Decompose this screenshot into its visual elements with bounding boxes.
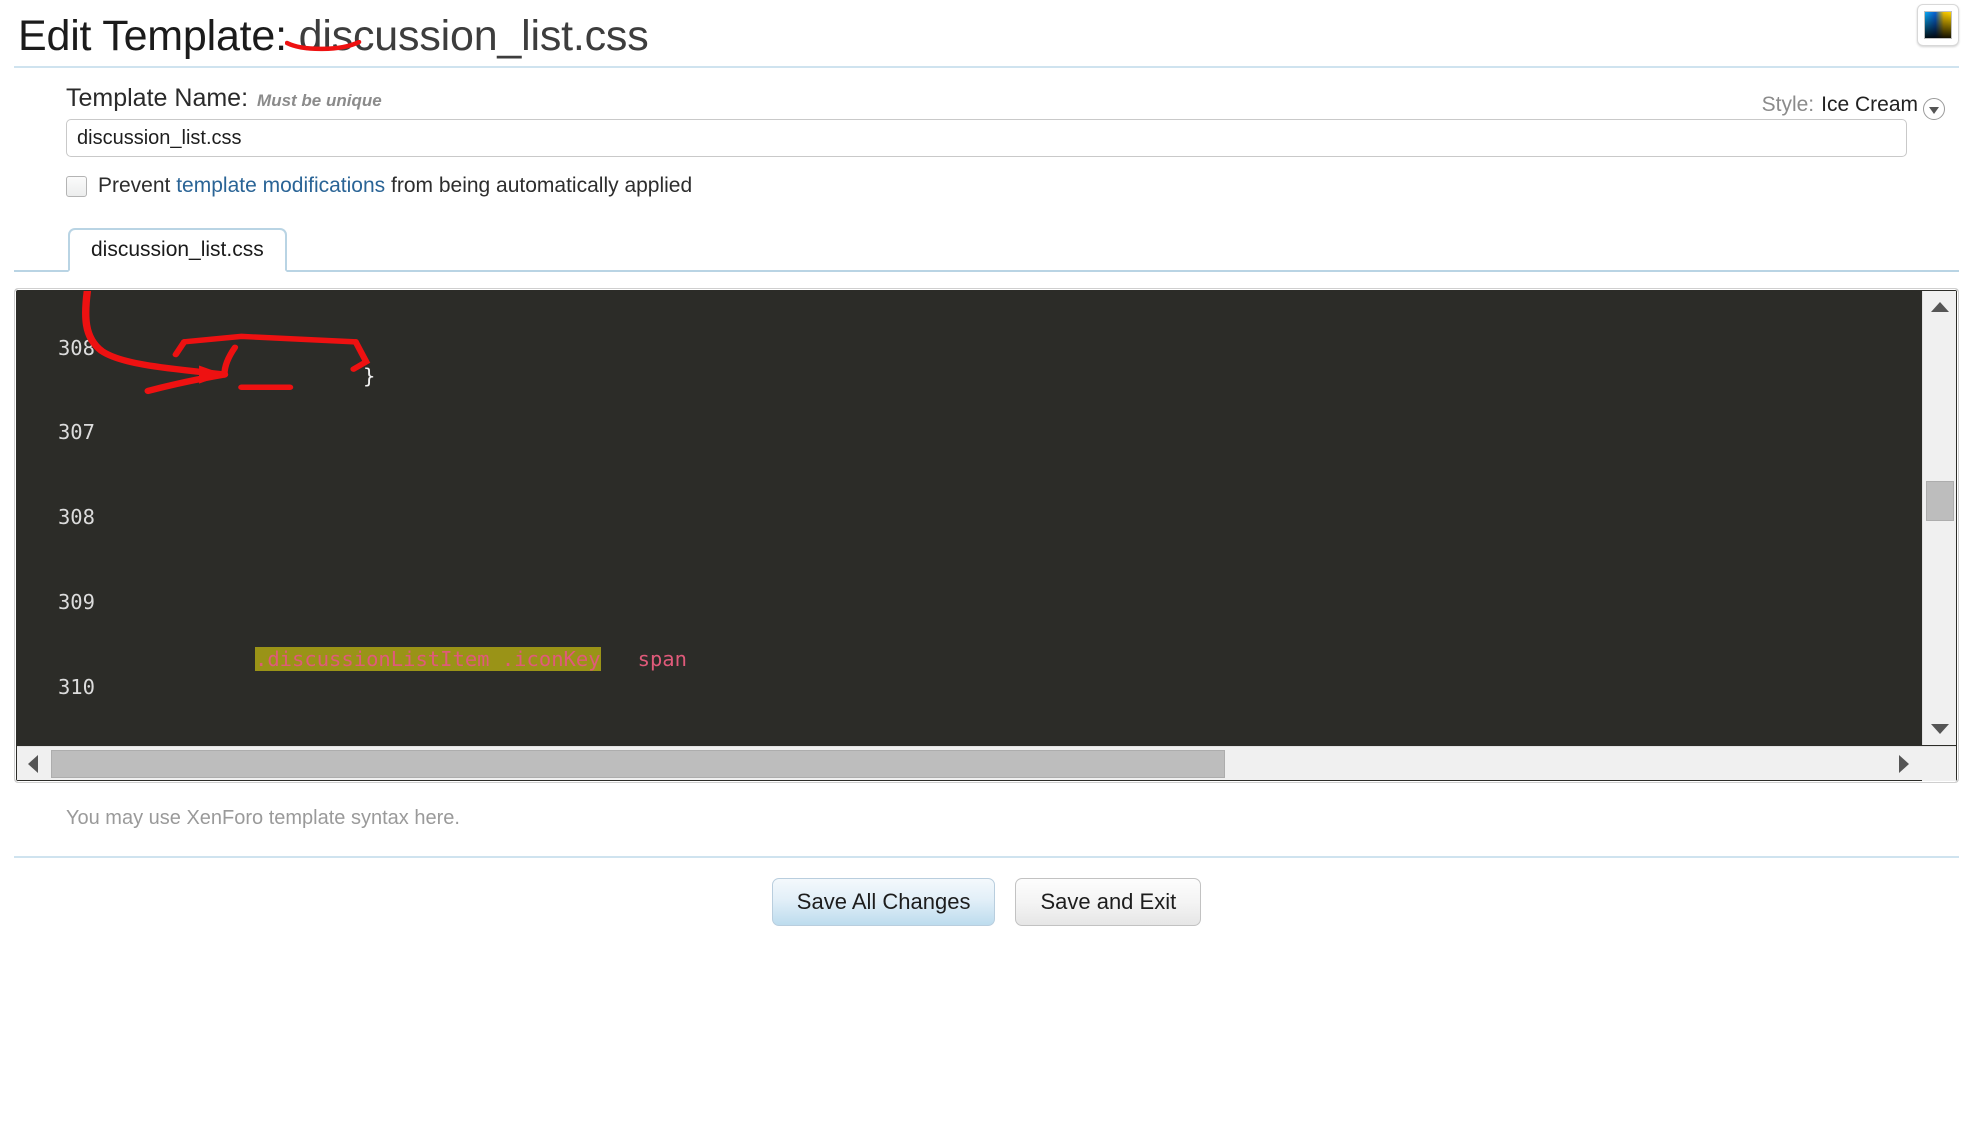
code-editor[interactable]: 308 307 308 309 310 311 312 313 314 315 … [14,288,1959,783]
scroll-left-arrow-icon[interactable] [17,747,49,781]
page-title: Edit Template: discussion_list.css [18,8,1973,64]
line-number: 309 [57,590,95,615]
template-name-label: Template Name: [66,84,249,112]
prevent-modifications-row[interactable]: Prevent template modifications from bein… [66,174,1959,198]
template-modifications-link[interactable]: template modifications [176,174,385,198]
horizontal-scrollbar-thumb[interactable] [51,750,1225,778]
checkbox-text-before: Prevent [98,174,171,197]
editor-horizontal-scrollbar[interactable] [17,746,1956,781]
style-swatch-icon [1924,11,1952,39]
style-selector[interactable]: Style: Ice Cream [1761,93,1945,120]
line-number: 308 [57,335,95,360]
style-label: Style: [1761,93,1815,116]
tab-label: discussion_list.css [91,238,264,261]
style-value: Ice Cream [1821,93,1918,116]
line-number-gutter: 308 307 308 309 310 311 312 313 314 315 … [17,291,95,745]
code-token-element: span [637,646,687,671]
save-and-exit-button[interactable]: Save and Exit [1015,878,1202,926]
prevent-modifications-checkbox[interactable] [66,175,87,197]
code-token-brace: } [363,363,376,388]
chevron-down-icon[interactable] [1923,98,1945,120]
style-swatch-button[interactable] [1917,4,1959,46]
code-line: .discussionListItem .iconKey span [111,645,1922,673]
template-name-row: Template Name: Must be unique Style: Ice… [14,68,1959,120]
line-number: 307 [57,420,95,445]
form-actions: Save All Changes Save and Exit [0,878,1973,926]
checkbox-text-after: from being automatically applied [391,174,693,197]
template-name-input[interactable] [66,119,1907,157]
page-header: Edit Template: discussion_list.css [0,0,1973,66]
vertical-scrollbar-thumb[interactable] [1926,481,1954,521]
footer-divider [14,856,1959,858]
edit-template-page: Edit Template: discussion_list.css Templ… [0,0,1973,1133]
editor-vertical-scrollbar[interactable] [1922,291,1956,745]
editor-tabs: discussion_list.css [14,228,1959,272]
tab-discussion-list-css[interactable]: discussion_list.css [68,228,287,272]
template-name-hint: Must be unique [257,91,382,110]
line-number: 310 [57,675,95,700]
template-form: Template Name: Must be unique Style: Ice… [0,68,1973,198]
code-text[interactable]: } .discussionListItem .iconKey span { @p… [111,291,1922,745]
scroll-up-arrow-icon[interactable] [1923,291,1957,323]
scroll-right-arrow-icon[interactable] [1888,747,1920,781]
save-all-changes-button[interactable]: Save All Changes [771,878,996,926]
scroll-down-arrow-icon[interactable] [1923,713,1957,745]
page-title-prefix: Edit Template: [18,12,287,60]
line-number: 308 [57,505,95,530]
code-editor-viewport[interactable]: 308 307 308 309 310 311 312 313 314 315 … [17,291,1922,745]
scrollbar-corner [1922,747,1956,781]
code-token-selector: .discussionListItem .iconKey [255,646,601,671]
page-title-template-name: discussion_list.css [298,12,649,60]
editor-hint: You may use XenForo template syntax here… [66,807,460,829]
code-line: } [111,362,1922,390]
